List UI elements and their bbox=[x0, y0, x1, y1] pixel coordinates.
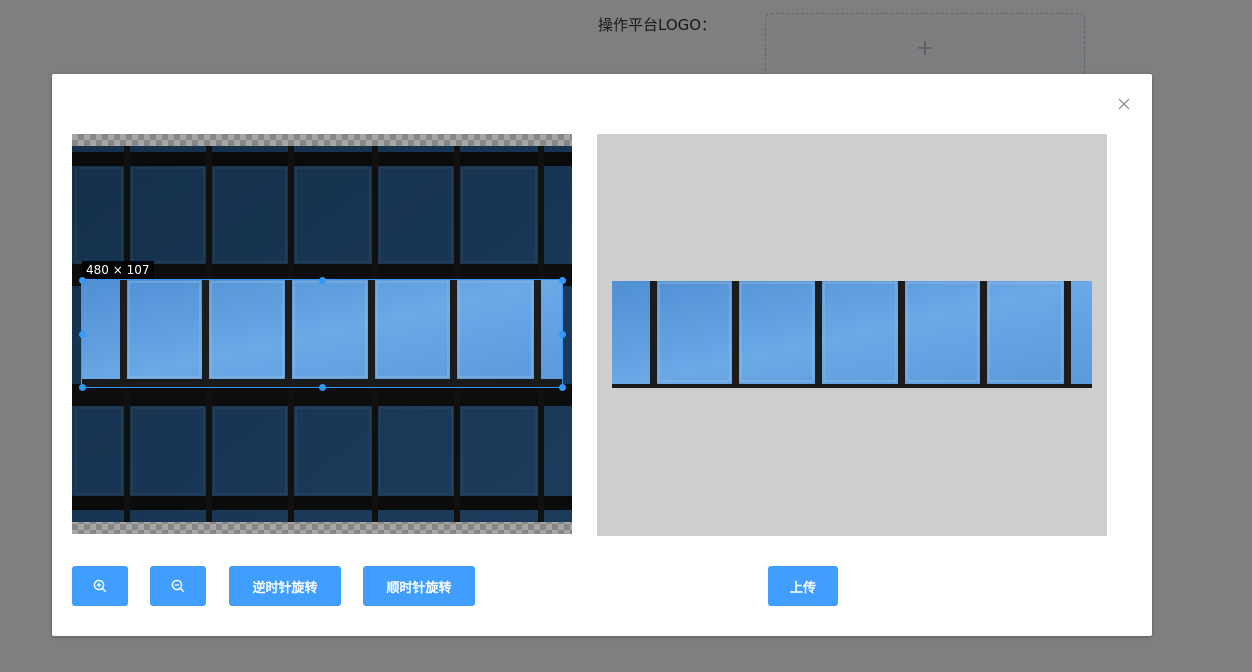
preview-image bbox=[612, 281, 1092, 388]
crop-preview bbox=[597, 134, 1107, 536]
image-cropper[interactable]: 480 × 107 bbox=[72, 134, 572, 534]
zoom-out-button[interactable] bbox=[150, 566, 206, 606]
crop-handle-ne[interactable] bbox=[558, 276, 566, 284]
crop-box[interactable] bbox=[81, 279, 563, 388]
crop-handle-s[interactable] bbox=[318, 383, 326, 391]
crop-handle-nw[interactable] bbox=[78, 276, 86, 284]
close-icon bbox=[1118, 98, 1130, 110]
rotate-left-button[interactable]: 逆时针旋转 bbox=[229, 566, 341, 606]
close-button[interactable] bbox=[1116, 96, 1132, 112]
crop-handle-n[interactable] bbox=[318, 276, 326, 284]
crop-handle-e[interactable] bbox=[558, 330, 566, 338]
image-crop-dialog: 480 × 107 逆时针旋转 顺时针旋转 上传 bbox=[52, 74, 1152, 636]
zoom-in-button[interactable] bbox=[72, 566, 128, 606]
rotate-right-button[interactable]: 顺时针旋转 bbox=[363, 566, 475, 606]
crop-handle-w[interactable] bbox=[78, 330, 86, 338]
crop-handle-sw[interactable] bbox=[78, 383, 86, 391]
zoom-out-icon bbox=[171, 579, 185, 593]
crop-size-label: 480 × 107 bbox=[82, 261, 154, 279]
crop-handle-se[interactable] bbox=[558, 383, 566, 391]
upload-button[interactable]: 上传 bbox=[768, 566, 838, 606]
zoom-in-icon bbox=[93, 579, 107, 593]
